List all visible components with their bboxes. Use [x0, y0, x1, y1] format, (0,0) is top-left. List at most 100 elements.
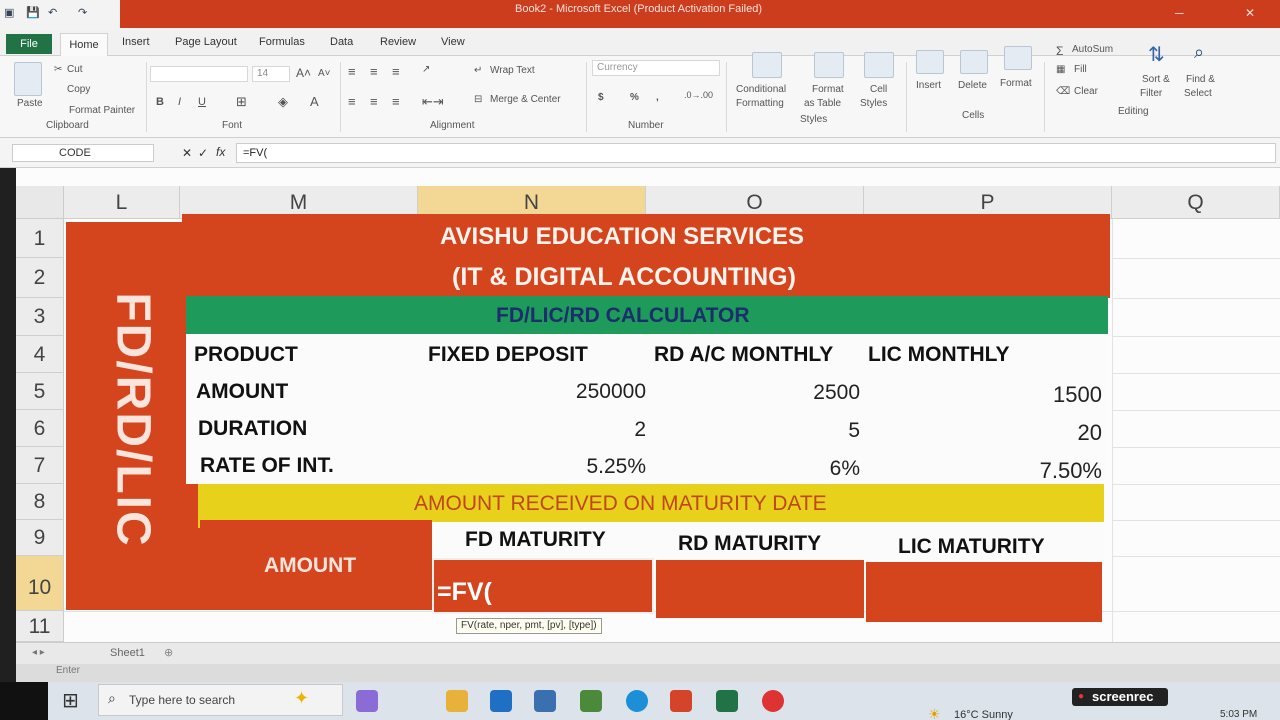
windows-start-icon[interactable]: ⊞ [62, 688, 79, 713]
row-header-7[interactable]: 7 [16, 447, 64, 484]
row-header-8[interactable]: 8 [16, 484, 64, 520]
fd-maturity-formula[interactable]: =FV( [437, 578, 492, 607]
column-header-l[interactable]: L [64, 186, 180, 219]
row-header-10[interactable]: 10 [16, 556, 64, 611]
conditional-formatting-label[interactable]: Conditional [736, 84, 786, 95]
tab-data[interactable]: Data [330, 36, 353, 48]
cell-styles-label[interactable]: Cell [870, 84, 887, 95]
tab-view[interactable]: View [441, 36, 465, 48]
wrap-text-button[interactable]: Wrap Text [490, 65, 535, 76]
row-header-1[interactable]: 1 [16, 219, 64, 258]
format-painter-button[interactable]: Format Painter [69, 105, 135, 116]
scissors-icon[interactable]: ✂ [54, 64, 62, 75]
new-sheet-icon[interactable]: ⊕ [164, 646, 173, 659]
undo-icon[interactable]: ↶ [48, 6, 57, 19]
grow-font-icon[interactable]: A˄ [296, 66, 311, 80]
clear-button[interactable]: Clear [1074, 86, 1098, 97]
column-header-q[interactable]: Q [1112, 186, 1280, 219]
tab-page-layout[interactable]: Page Layout [175, 36, 237, 48]
align-right-icon[interactable]: ≡ [392, 94, 400, 109]
row-header-2[interactable]: 2 [16, 258, 64, 298]
align-center-icon[interactable]: ≡ [370, 94, 378, 109]
tab-formulas[interactable]: Formulas [259, 36, 305, 48]
align-middle-icon[interactable]: ≡ [370, 64, 378, 79]
format-as-table-icon[interactable] [814, 52, 844, 78]
tab-file[interactable]: File [6, 34, 52, 54]
insert-function-icon[interactable]: fx [216, 145, 225, 159]
underline-icon[interactable]: U [198, 96, 206, 108]
autosum-icon[interactable]: Σ [1056, 44, 1063, 58]
cell-styles-label-2[interactable]: Styles [860, 98, 887, 109]
insert-button[interactable]: Insert [916, 80, 941, 91]
row-header-3[interactable]: 3 [16, 298, 64, 336]
find-select-label[interactable]: Find & [1186, 74, 1215, 85]
fill-button[interactable]: Fill [1074, 64, 1087, 75]
merge-center-button[interactable]: Merge & Center [490, 94, 561, 105]
fill-icon[interactable]: ▦ [1056, 64, 1065, 75]
cancel-icon[interactable]: ✕ [182, 146, 192, 160]
bold-icon[interactable]: B [156, 96, 164, 108]
percent-icon[interactable]: % [630, 92, 639, 103]
italic-icon[interactable]: I [178, 96, 181, 108]
indent-icon[interactable]: ⇤⇥ [422, 94, 444, 110]
sort-filter-label[interactable]: Sort & [1142, 74, 1170, 85]
format-as-table-label-2[interactable]: as Table [804, 98, 841, 109]
delete-button[interactable]: Delete [958, 80, 987, 91]
excel-taskbar-icon[interactable] [716, 690, 738, 712]
cut-button[interactable]: Cut [67, 64, 83, 75]
merge-icon[interactable]: ⊟ [474, 94, 482, 105]
formula-input[interactable]: =FV( [236, 143, 1276, 163]
align-top-icon[interactable]: ≡ [348, 64, 356, 79]
eraser-icon[interactable]: ⌫ [1056, 86, 1070, 97]
conditional-formatting-label-2[interactable]: Formatting [736, 98, 784, 109]
paste-button[interactable]: Paste [17, 98, 43, 109]
rd-maturity-cell[interactable] [656, 560, 864, 618]
redo-icon[interactable]: ↷ [78, 6, 87, 19]
select-all-corner[interactable] [16, 186, 64, 219]
close-icon[interactable]: ✕ [1245, 6, 1255, 20]
sort-filter-label-2[interactable]: Filter [1140, 88, 1162, 99]
amount-fd-cell[interactable]: 250000 [520, 380, 646, 404]
shrink-font-icon[interactable]: A˅ [318, 68, 331, 79]
app-icon-k[interactable] [534, 690, 556, 712]
duration-fd-cell[interactable]: 2 [520, 418, 646, 442]
weather-text[interactable]: 16°C Sunny [954, 709, 1013, 720]
copilot-icon[interactable] [356, 690, 378, 712]
screenrec-badge[interactable]: screenrec [1072, 688, 1168, 706]
chrome-icon[interactable] [762, 690, 784, 712]
binoculars-icon[interactable]: ⌕ [1194, 42, 1204, 63]
name-box[interactable]: CODE [12, 144, 154, 162]
format-as-table-label[interactable]: Format [812, 84, 844, 95]
sheet-tab-sheet1[interactable]: Sheet1 [110, 647, 145, 659]
tab-home[interactable]: Home [60, 33, 108, 57]
product-lic[interactable]: LIC MONTHLY [868, 343, 1010, 367]
orientation-icon[interactable]: ↗ [422, 64, 430, 75]
border-icon[interactable]: ⊞ [236, 94, 247, 110]
rate-fd-cell[interactable]: 5.25% [520, 455, 646, 479]
number-format-combo[interactable]: Currency [592, 60, 720, 76]
currency-icon[interactable]: $ [598, 92, 604, 103]
fill-color-icon[interactable]: ◈ [278, 94, 288, 110]
tab-review[interactable]: Review [380, 36, 416, 48]
copy-button[interactable]: Copy [67, 84, 90, 95]
find-select-label-2[interactable]: Select [1184, 88, 1212, 99]
duration-lic-cell[interactable]: 20 [980, 420, 1102, 446]
row-header-11[interactable]: 11 [16, 611, 64, 642]
format-button[interactable]: Format [1000, 78, 1032, 89]
font-name-combo[interactable] [150, 66, 248, 82]
duration-rd-cell[interactable]: 5 [740, 419, 860, 443]
outlook-icon[interactable] [490, 690, 512, 712]
product-fd[interactable]: FIXED DEPOSIT [428, 343, 588, 367]
save-icon[interactable]: 💾 [26, 6, 40, 19]
align-left-icon[interactable]: ≡ [348, 94, 356, 109]
amount-rd-cell[interactable]: 2500 [740, 381, 860, 405]
minimize-icon[interactable]: ─ [1175, 6, 1184, 20]
store-icon[interactable] [580, 690, 602, 712]
insert-cells-icon[interactable] [916, 50, 944, 74]
font-size-combo[interactable]: 14 [252, 66, 290, 82]
tab-insert[interactable]: Insert [122, 36, 150, 48]
row-header-5[interactable]: 5 [16, 373, 64, 410]
lic-maturity-cell[interactable] [866, 562, 1102, 622]
conditional-formatting-icon[interactable] [752, 52, 782, 78]
delete-cells-icon[interactable] [960, 50, 988, 74]
